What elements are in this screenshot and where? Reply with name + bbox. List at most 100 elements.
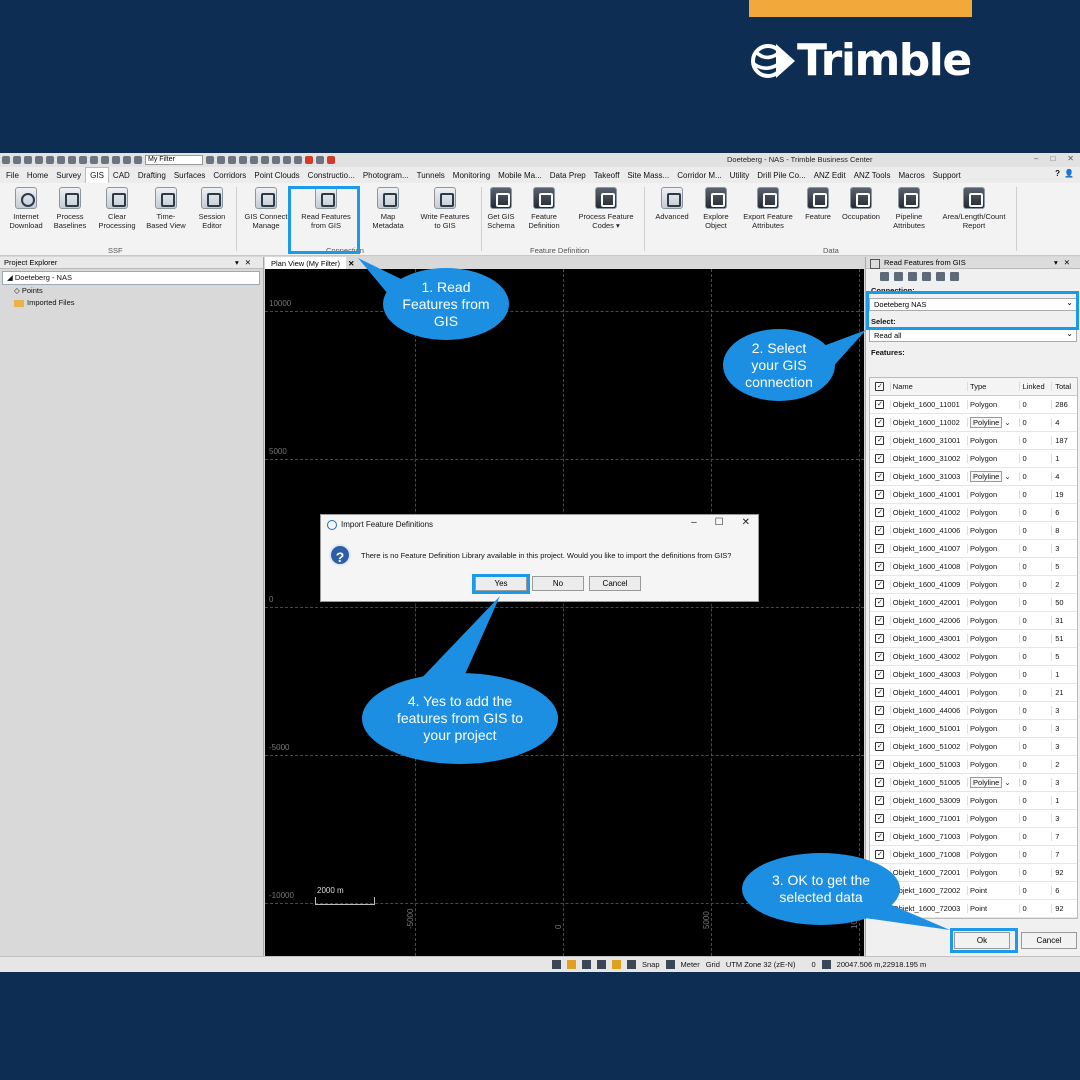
tracking-icon[interactable] xyxy=(627,960,636,969)
table-row[interactable]: ✓ Objekt_1600_42001 Polygon 0 50 xyxy=(870,594,1077,612)
row-checkbox[interactable]: ✓ xyxy=(875,796,885,805)
snap-toggle[interactable]: Snap xyxy=(642,960,660,969)
row-checkbox[interactable]: ✓ xyxy=(875,742,885,751)
column-header-type[interactable]: Type xyxy=(967,382,1019,391)
menu-item[interactable]: Site Mass... xyxy=(623,171,673,180)
menu-item[interactable]: Drafting xyxy=(134,171,170,180)
table-row[interactable]: ✓ Objekt_1600_11002 Polyline ⌄ 0 4 xyxy=(870,414,1077,432)
ribbon-button[interactable]: Pipeline Attributes xyxy=(884,187,934,230)
menu-item[interactable]: Photogram... xyxy=(359,171,413,180)
ribbon-button[interactable]: GIS Connect Manage xyxy=(238,187,294,230)
ribbon-button[interactable]: Advanced xyxy=(644,187,700,221)
row-checkbox[interactable]: ✓ xyxy=(875,634,885,643)
units-label[interactable]: Meter xyxy=(681,960,700,969)
curve-icon[interactable] xyxy=(283,156,291,164)
ribbon-button[interactable]: Feature Definition xyxy=(518,187,570,230)
row-checkbox[interactable]: ✓ xyxy=(875,418,885,427)
invert-icon[interactable] xyxy=(936,272,945,281)
column-header-linked[interactable]: Linked xyxy=(1018,382,1052,391)
measure-icon[interactable] xyxy=(101,156,109,164)
row-checkbox[interactable]: ✓ xyxy=(875,400,885,409)
ribbon-button[interactable]: Area/Length/Count Report xyxy=(930,187,1018,230)
row-checkbox[interactable]: ✓ xyxy=(875,436,885,445)
minimize-icon[interactable]: – xyxy=(1034,154,1038,163)
table-row[interactable]: ✓ Objekt_1600_43001 Polygon 0 51 xyxy=(870,630,1077,648)
row-checkbox[interactable]: ✓ xyxy=(875,580,885,589)
command-icon[interactable] xyxy=(552,960,561,969)
feature-type-select[interactable]: Polyline xyxy=(970,777,1003,788)
table-row[interactable]: ✓ Objekt_1600_31001 Polygon 0 187 xyxy=(870,432,1077,450)
map-icon[interactable] xyxy=(261,156,269,164)
table-row[interactable]: ✓ Objekt_1600_51002 Polygon 0 3 xyxy=(870,738,1077,756)
view-filter-select[interactable]: My Filter xyxy=(145,155,203,165)
table-row[interactable]: ✓ Objekt_1600_71001 Polygon 0 3 xyxy=(870,810,1077,828)
table-row[interactable]: ✓ Objekt_1600_51005 Polyline ⌄ 0 3 xyxy=(870,774,1077,792)
feature-type-select[interactable]: Polyline xyxy=(970,417,1003,428)
highlight-icon[interactable] xyxy=(228,156,236,164)
table-row[interactable]: ✓ Objekt_1600_43002 Polygon 0 5 xyxy=(870,648,1077,666)
feature-type-select[interactable]: Polyline xyxy=(970,471,1003,482)
row-checkbox[interactable]: ✓ xyxy=(875,670,885,679)
menu-item[interactable]: Support xyxy=(929,171,965,180)
menu-item[interactable]: Utility xyxy=(726,171,754,180)
table-row[interactable]: ✓ Objekt_1600_41007 Polygon 0 3 xyxy=(870,540,1077,558)
table-row[interactable]: ✓ Objekt_1600_51001 Polygon 0 3 xyxy=(870,720,1077,738)
table-row[interactable]: ✓ Objekt_1600_42006 Polygon 0 31 xyxy=(870,612,1077,630)
table-row[interactable]: ✓ Objekt_1600_71008 Polygon 0 7 xyxy=(870,846,1077,864)
select-all-checkbox[interactable]: ✓ xyxy=(875,382,885,391)
pan-icon[interactable] xyxy=(250,156,258,164)
table-row[interactable]: ✓ Objekt_1600_41009 Polygon 0 2 xyxy=(870,576,1077,594)
row-checkbox[interactable]: ✓ xyxy=(875,652,885,661)
row-checkbox[interactable]: ✓ xyxy=(875,760,885,769)
row-checkbox[interactable]: ✓ xyxy=(875,562,885,571)
stop-icon[interactable] xyxy=(894,272,903,281)
undo-icon[interactable] xyxy=(13,156,21,164)
menu-item[interactable]: Mobile Ma... xyxy=(494,171,546,180)
menu-item[interactable]: GIS xyxy=(85,167,109,183)
view-icon[interactable] xyxy=(90,156,98,164)
menu-item[interactable]: Surfaces xyxy=(170,171,210,180)
row-checkbox[interactable]: ✓ xyxy=(875,472,885,481)
menu-item[interactable]: Corridor M... xyxy=(673,171,725,180)
select-all-icon[interactable] xyxy=(908,272,917,281)
layers-icon[interactable] xyxy=(79,156,87,164)
row-checkbox[interactable]: ✓ xyxy=(875,490,885,499)
delete-icon[interactable] xyxy=(327,156,335,164)
ribbon-button[interactable]: Write Features to GIS xyxy=(412,187,478,230)
row-checkbox[interactable]: ✓ xyxy=(875,850,885,859)
cancel-button[interactable]: Cancel xyxy=(1021,932,1077,949)
chevron-down-icon[interactable]: ⌄ xyxy=(1002,778,1010,787)
menu-item[interactable]: File xyxy=(2,171,23,180)
table-row[interactable]: ✓Objekt_1600_72002Point06 xyxy=(870,882,1077,900)
ribbon-button[interactable]: Time- Based View xyxy=(140,187,192,230)
menu-item[interactable]: Point Clouds xyxy=(250,171,303,180)
row-checkbox[interactable]: ✓ xyxy=(875,688,885,697)
globe-icon[interactable] xyxy=(665,960,675,969)
app-icon[interactable] xyxy=(2,156,10,164)
plan-view-tab[interactable]: Plan View (My Filter) ✕ xyxy=(265,257,864,269)
menu-item[interactable]: Monitoring xyxy=(449,171,494,180)
row-checkbox[interactable]: ✓ xyxy=(875,526,885,535)
menu-item[interactable]: Constructio... xyxy=(304,171,359,180)
column-header-total[interactable]: Total xyxy=(1051,382,1077,391)
row-checkbox[interactable]: ✓ xyxy=(875,508,885,517)
row-checkbox[interactable]: ✓ xyxy=(875,544,885,553)
panel-controls[interactable]: ▾✕ xyxy=(1054,257,1076,268)
close-tab-icon[interactable]: ✕ xyxy=(348,259,354,268)
table-row[interactable]: ✓ Objekt_1600_51003 Polygon 0 2 xyxy=(870,756,1077,774)
close-dialog-icon[interactable]: ✕ xyxy=(742,517,750,528)
layer-icon[interactable] xyxy=(567,960,576,969)
ribbon-button[interactable]: Map Metadata xyxy=(362,187,414,230)
dialog-cancel-button[interactable]: Cancel xyxy=(589,576,641,591)
row-checkbox[interactable]: ✓ xyxy=(875,724,885,733)
table-row[interactable]: ✓ Objekt_1600_31003 Polyline ⌄ 0 4 xyxy=(870,468,1077,486)
refresh-icon[interactable] xyxy=(950,272,959,281)
save-icon[interactable] xyxy=(57,156,65,164)
record-icon[interactable] xyxy=(305,156,313,164)
table-row[interactable]: ✓ Objekt_1600_44006 Polygon 0 3 xyxy=(870,702,1077,720)
ribbon-button[interactable]: Session Editor xyxy=(190,187,234,230)
snap-icon[interactable] xyxy=(112,156,120,164)
ortho-icon[interactable] xyxy=(597,960,606,969)
ribbon-button[interactable]: Process Baselines xyxy=(44,187,96,230)
table-row[interactable]: ✓ Objekt_1600_41001 Polygon 0 19 xyxy=(870,486,1077,504)
